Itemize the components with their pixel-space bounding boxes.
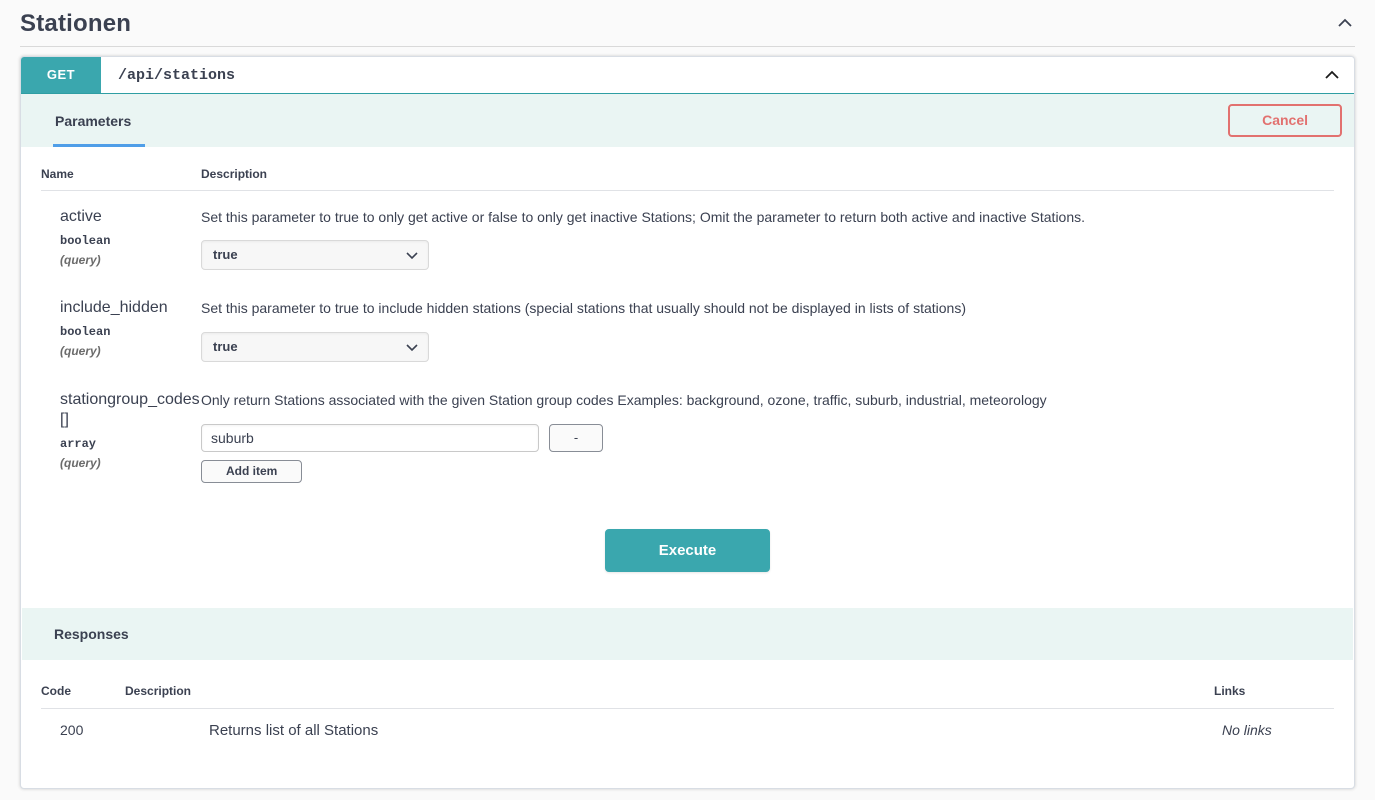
parameter-name-cell: stationgroup_codes[] array (query) [41,374,201,495]
parameter-description: Only return Stations associated with the… [201,391,1047,408]
endpoint-path: /api/stations [118,66,236,84]
parameters-band: Parameters Cancel [21,94,1354,147]
column-header-links: Links [1214,659,1334,709]
tab-active-indicator [53,144,145,147]
column-header-description: Description [125,659,1214,709]
table-row: include_hidden boolean (query) Set this … [41,282,1334,373]
execute-wrapper: Execute [21,494,1354,608]
responses-band: Responses [22,607,1353,660]
opblock-collapse-button[interactable] [1322,65,1354,85]
swagger-ui-page: Stationen GET /api/stations Parameters C… [0,0,1375,800]
column-header-code: Code [41,659,125,709]
parameter-name: include_hidden [60,299,168,317]
parameter-description-cell: Set this parameter to true to include hi… [201,282,1334,373]
tag-header[interactable]: Stationen [20,0,1355,46]
responses-table-header-row: Code Description Links [41,659,1334,709]
active-select-wrapper[interactable]: true [201,240,429,271]
array-item-row: - [201,423,1334,452]
parameter-name: active [60,208,102,225]
parameters-table: Name Description active boolean (query) … [41,147,1334,495]
cancel-button[interactable]: Cancel [1228,103,1342,138]
response-code: 200 [60,721,84,738]
add-item-button[interactable]: Add item [201,459,303,483]
parameter-type: boolean [60,233,111,248]
chevron-up-icon[interactable] [1322,65,1342,85]
tag-section: Stationen [0,0,1375,47]
parameter-description-cell: Only return Stations associated with the… [201,374,1334,495]
stationgroup-code-input[interactable] [201,423,539,452]
table-row: active boolean (query) Set this paramete… [41,191,1334,283]
execute-button[interactable]: Execute [604,528,771,572]
table-row: 200 Returns list of all Stations No link… [41,708,1334,759]
responses-area: Code Description Links 200 Returns list … [21,659,1354,759]
responses-table: Code Description Links 200 Returns list … [41,659,1334,759]
parameter-name-cell: include_hidden boolean (query) [41,282,201,373]
page-title: Stationen [20,10,132,37]
column-header-description: Description [201,147,1334,191]
parameter-name: stationgroup_codes[] [60,390,200,429]
chevron-up-icon[interactable] [1335,13,1355,33]
http-method-badge: GET [21,57,101,93]
parameter-description: Set this parameter to true to include hi… [201,300,966,317]
parameters-table-header-row: Name Description [41,147,1334,191]
tag-divider [20,46,1355,47]
parameters-area: Name Description active boolean (query) … [21,147,1354,495]
parameter-type: array [60,437,97,452]
parameter-location: (query) [60,252,101,267]
include-hidden-select[interactable]: true [201,331,429,362]
response-links: No links [1222,721,1272,738]
parameter-type: boolean [60,325,111,340]
parameter-name-cell: active boolean (query) [41,191,201,283]
column-header-name: Name [41,147,201,191]
opblock-summary[interactable]: GET /api/stations [21,57,1354,94]
parameter-description: Set this parameter to true to only get a… [201,209,1086,225]
responses-title: Responses [54,625,129,642]
response-description: Returns list of all Stations [209,721,379,739]
table-row: stationgroup_codes[] array (query) Only … [41,374,1334,495]
parameter-description-cell: Set this parameter to true to only get a… [201,191,1334,283]
parameter-location: (query) [60,344,101,359]
opblock-get-stations: GET /api/stations Parameters Cancel Name… [20,56,1355,789]
include-hidden-select-wrapper[interactable]: true [201,331,429,362]
tab-parameters[interactable]: Parameters [53,94,145,147]
parameter-location: (query) [60,456,101,471]
remove-item-button[interactable]: - [549,423,603,452]
tab-parameters-label: Parameters [55,112,132,129]
active-select[interactable]: true [201,240,429,271]
